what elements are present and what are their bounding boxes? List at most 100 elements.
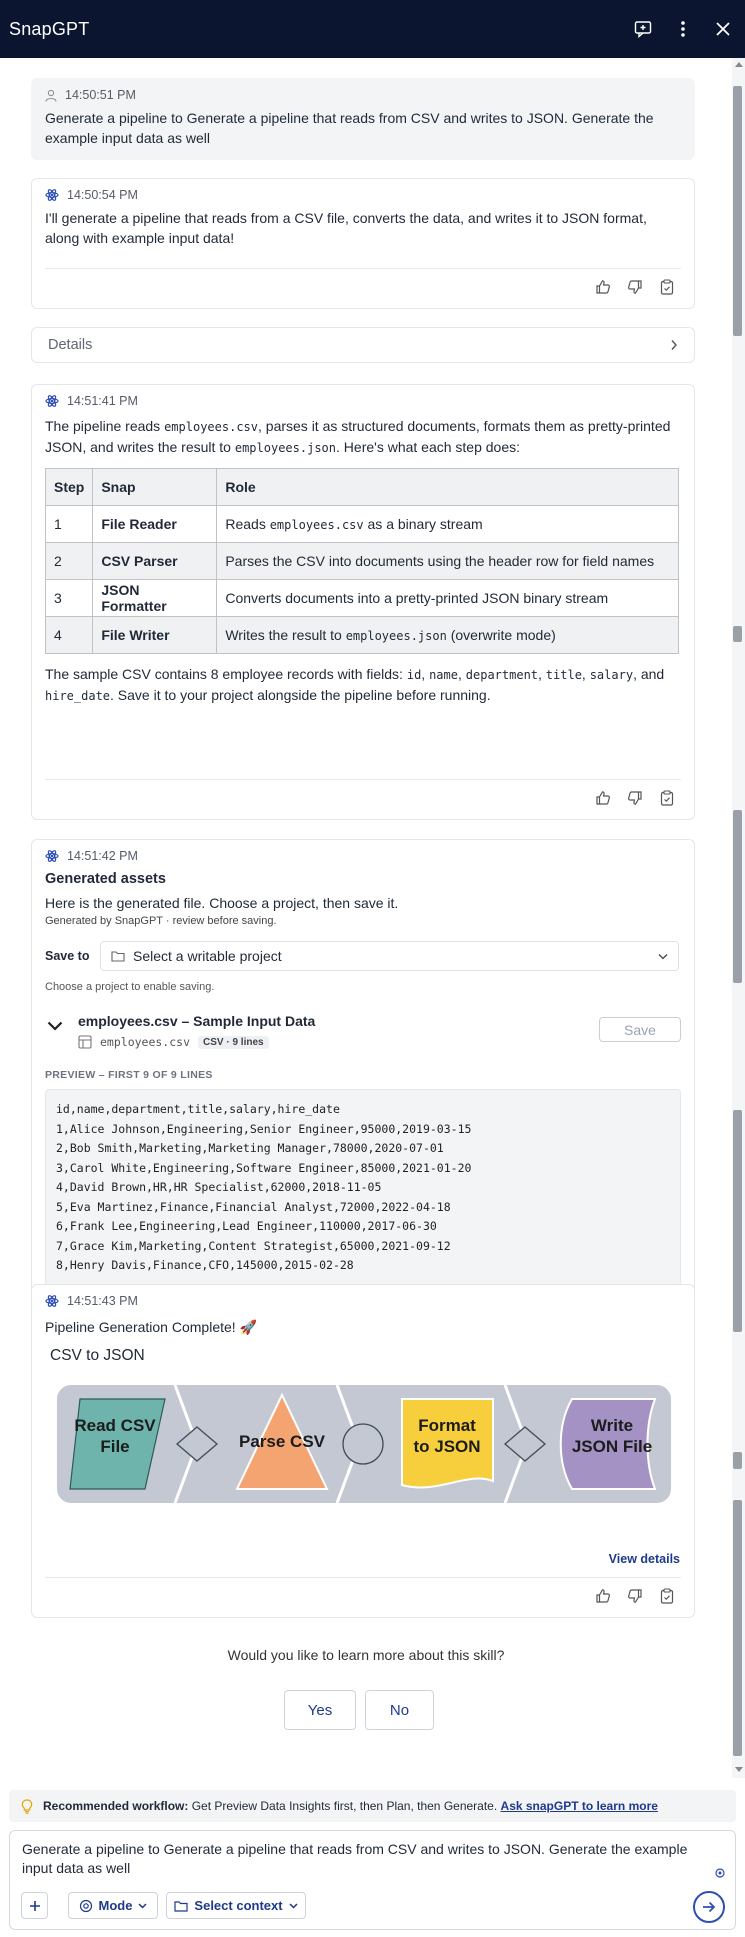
preview-line: 5,Eva Martinez,Finance,Financial Analyst… <box>56 1199 451 1214</box>
message-text: Pipeline Generation Complete! 🚀 <box>45 1319 257 1335</box>
copy-icon[interactable] <box>658 278 676 296</box>
copy-icon[interactable] <box>658 789 676 807</box>
copy-icon[interactable] <box>658 1587 676 1605</box>
collapse-chevron-icon[interactable] <box>47 1021 63 1031</box>
workflow-tip-text: Get Preview Data Insights first, then Pl… <box>188 1799 501 1813</box>
assistant-message: 14:51:41 PM The pipeline reads employees… <box>31 384 695 820</box>
snapgpt-logo-icon <box>45 850 59 862</box>
pipeline-name: CSV to JSON <box>50 1347 145 1364</box>
user-message: 14:50:51 PM Generate a pipeline to Gener… <box>31 78 695 160</box>
details-label: Details <box>48 337 93 353</box>
workflow-tip-label: Recommended workflow: <box>43 1799 189 1813</box>
save-hint: Choose a project to enable saving. <box>45 981 215 993</box>
chat-scroll-area[interactable]: 14:50:51 PM Generate a pipeline to Gener… <box>0 58 732 1778</box>
thumbs-down-icon[interactable] <box>626 1587 644 1605</box>
preview-label: PREVIEW – FIRST 9 OF 9 LINES <box>45 1069 213 1081</box>
message-time: 14:51:43 PM <box>67 1294 138 1308</box>
chevron-right-icon <box>671 340 677 350</box>
table-header-row: Step Snap Role <box>44 468 679 506</box>
table-row: 4 File Writer Writes the result to emplo… <box>44 616 679 654</box>
folder-icon <box>111 951 125 962</box>
preview-line: id,name,department,title,salary,hire_dat… <box>56 1102 340 1116</box>
thumbs-down-icon[interactable] <box>626 278 644 296</box>
prompt-input[interactable]: Generate a pipeline to Generate a pipeli… <box>22 1840 702 1878</box>
save-to-label: Save to <box>45 949 90 963</box>
thumbs-up-icon[interactable] <box>594 789 612 807</box>
table-row: 2 CSV Parser Parses the CSV into documen… <box>44 542 679 580</box>
scroll-down-arrow[interactable] <box>735 1767 743 1772</box>
thumbs-down-icon[interactable] <box>626 789 644 807</box>
preview-line: 7,Grace Kim,Marketing,Content Strategist… <box>56 1238 451 1253</box>
preview-line: 1,Alice Johnson,Engineering,Senior Engin… <box>56 1121 472 1136</box>
save-to-row: Save to Select a writable project <box>45 941 681 971</box>
preview-line: 3,Carol White,Engineering,Software Engin… <box>56 1160 472 1175</box>
arrow-right-icon <box>703 1901 716 1913</box>
details-toggle[interactable]: Details <box>31 327 695 363</box>
mode-icon <box>79 1899 92 1912</box>
project-select[interactable]: Select a writable project <box>100 941 679 971</box>
scrollbar-marker <box>733 810 742 983</box>
message-time: 14:50:54 PM <box>67 188 138 202</box>
pipeline-diagram[interactable]: Read CSV File Parse CSV Format to JSON Wri… <box>57 1385 671 1503</box>
no-button[interactable]: No <box>365 1690 434 1730</box>
composer-area: Recommended workflow: Get Preview Data I… <box>0 1778 745 1937</box>
steps-table: Step Snap Role 1 File Reader Reads emplo… <box>44 468 679 654</box>
snap-label-read: Read CSV File <box>74 1416 156 1456</box>
snap-label-format: Format to JSON <box>413 1416 481 1456</box>
message-text: The sample CSV contains 8 employee recor… <box>45 666 665 703</box>
assistant-message: 14:50:54 PM I'll generate a pipeline tha… <box>31 178 695 309</box>
message-text: The pipeline reads employees.csv, parses… <box>45 418 671 455</box>
preview-line: 4,David Brown,HR,HR Specialist,62000,201… <box>56 1180 382 1194</box>
message-text: Generate a pipeline to Generate a pipeli… <box>45 110 654 146</box>
add-attachment-button[interactable] <box>21 1892 48 1919</box>
context-dropdown[interactable]: Select context <box>166 1892 306 1919</box>
scrollbar-marker <box>733 1500 742 1756</box>
table-file-icon <box>78 1035 92 1049</box>
generated-assets-message: 14:51:42 PM Generated assets Here is the… <box>31 839 695 1326</box>
save-button[interactable]: Save <box>599 1017 681 1042</box>
table-row: 1 File Reader Reads employees.csv as a b… <box>44 505 679 543</box>
preview-line: 8,Henry Davis,Finance,CFO,145000,2015-02… <box>56 1258 354 1272</box>
scrollbar-marker <box>733 626 742 642</box>
sparkle-icon[interactable] <box>715 1868 725 1878</box>
snapgpt-logo-icon <box>45 189 59 201</box>
scrollbar-marker <box>733 1110 742 1332</box>
new-chat-icon[interactable] <box>630 16 656 42</box>
more-vertical-icon[interactable] <box>670 16 696 42</box>
ask-learn-more-link[interactable]: Ask snapGPT to learn more <box>501 1799 658 1813</box>
table-row: 3 JSON Formatter Converts documents into… <box>44 579 679 617</box>
divider <box>45 1577 681 1578</box>
file-name: employees.csv <box>100 1035 191 1049</box>
context-label: Select context <box>194 1898 283 1913</box>
view-details-link[interactable]: View details <box>609 1552 680 1566</box>
scrollbar-marker <box>733 1452 742 1469</box>
scrollbar-thumb[interactable] <box>733 86 742 336</box>
csv-preview: id,name,department,title,salary,hire_dat… <box>45 1089 681 1286</box>
thumbs-up-icon[interactable] <box>594 1587 612 1605</box>
preview-line: 6,Frank Lee,Engineering,Lead Engineer,11… <box>56 1219 437 1233</box>
workflow-tip: Recommended workflow: Get Preview Data I… <box>9 1790 736 1822</box>
document-connector-icon <box>342 1423 384 1465</box>
mode-label: Mode <box>98 1898 133 1913</box>
app-title: SnapGPT <box>9 18 90 39</box>
send-button[interactable] <box>693 1891 725 1923</box>
snapgpt-logo-icon <box>45 1295 59 1307</box>
user-icon <box>45 89 57 102</box>
message-text: Here is the generated file. Choose a pro… <box>45 895 399 911</box>
file-badge: CSV · 9 lines <box>198 1035 269 1049</box>
yes-button[interactable]: Yes <box>284 1690 356 1730</box>
followup-question: Would you like to learn more about this … <box>227 1647 505 1663</box>
thumbs-up-icon[interactable] <box>594 278 612 296</box>
folder-icon <box>174 1900 189 1912</box>
chevron-down-icon <box>138 1902 147 1909</box>
message-time: 14:51:42 PM <box>67 849 138 863</box>
snap-label-parse: Parse CSV <box>239 1432 325 1451</box>
scroll-up-arrow[interactable] <box>735 62 743 67</box>
close-icon[interactable] <box>710 16 736 42</box>
mode-dropdown[interactable]: Mode <box>68 1892 158 1919</box>
pipeline-complete-message: 14:51:43 PM Pipeline Generation Complete… <box>31 1284 695 1618</box>
project-select-value: Select a writable project <box>133 948 282 964</box>
feedback-bar <box>594 1587 684 1605</box>
file-asset-header: employees.csv – Sample Input Data employ… <box>45 1013 681 1053</box>
message-text: I'll generate a pipeline that reads from… <box>45 210 647 246</box>
